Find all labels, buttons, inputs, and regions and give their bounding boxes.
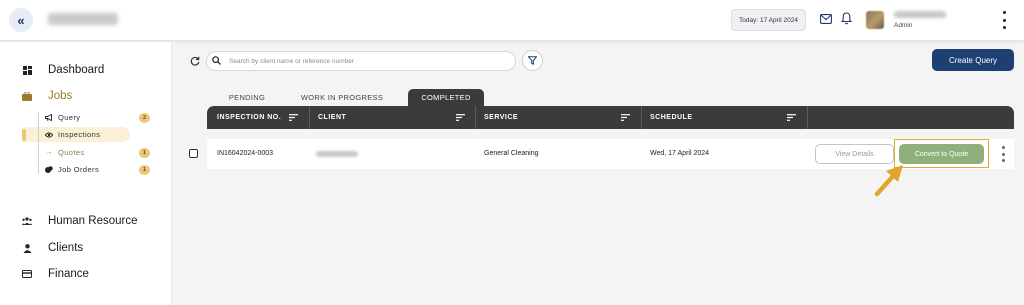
user-role: Admin (894, 22, 913, 29)
sidebar-item-quotes[interactable]: → Quotes (45, 148, 85, 157)
cell-schedule: Wed, 17 April 2024 (650, 150, 710, 157)
tab-pending[interactable]: PENDING (213, 89, 281, 106)
row-checkbox[interactable] (189, 149, 198, 158)
cell-service: General Cleaning (484, 150, 539, 157)
cell-inspection-no: IN16042024-0003 (217, 150, 274, 157)
column-header-service: SERVICE (484, 114, 519, 121)
tree-line (38, 112, 39, 174)
sidebar-item-label: Clients (48, 242, 84, 254)
job-orders-count-badge: 1 (139, 165, 150, 175)
eye-icon (45, 131, 53, 139)
grid-icon (22, 65, 32, 75)
sort-icon[interactable] (787, 114, 796, 121)
sidebar-item-jobs[interactable]: Jobs (22, 90, 72, 102)
column-header-inspection-no: INSPECTION NO. (217, 114, 282, 121)
search-input[interactable]: Search by client name or reference numbe… (206, 51, 516, 71)
column-header-client: CLIENT (318, 114, 347, 121)
bell-icon[interactable] (841, 12, 852, 25)
sidebar-item-label: Jobs (48, 90, 73, 102)
search-icon (212, 56, 221, 65)
user-name (894, 11, 946, 18)
filter-icon (528, 56, 537, 65)
collapse-sidebar-button[interactable]: « (9, 8, 33, 32)
column-divider (309, 106, 310, 129)
table-header: INSPECTION NO. CLIENT SERVICE SCHEDULE (207, 106, 1014, 129)
create-query-button[interactable]: Create Query (932, 49, 1014, 71)
query-count-badge: 2 (139, 113, 150, 123)
brand-logo (48, 13, 118, 25)
kebab-icon[interactable] (1001, 11, 1007, 29)
sort-icon[interactable] (621, 114, 630, 121)
sidebar-item-label: Quotes (58, 148, 85, 157)
row-kebab-icon[interactable] (1001, 146, 1005, 162)
card-icon (22, 269, 32, 279)
sidebar-item-dashboard[interactable]: Dashboard (22, 64, 104, 76)
sidebar-item-job-orders[interactable]: Job Orders (45, 165, 99, 174)
today-date-chip: Today: 17 April 2024 (731, 9, 806, 31)
sidebar-item-label: Job Orders (58, 165, 100, 174)
sidebar: Dashboard Jobs Query 2 Inspections → Quo… (0, 42, 172, 305)
cell-client (316, 151, 358, 157)
filter-button[interactable] (522, 50, 543, 71)
convert-to-quote-button[interactable]: Convert to Quote (899, 144, 984, 164)
briefcase-icon (22, 91, 32, 101)
sidebar-item-label: Dashboard (48, 64, 105, 76)
quotes-count-badge: 1 (139, 148, 150, 158)
sort-icon[interactable] (289, 114, 298, 121)
sidebar-item-label: Inspections (58, 130, 101, 139)
arrow-right-icon: → (45, 149, 53, 156)
sidebar-item-clients[interactable]: Clients (22, 242, 83, 254)
column-divider (641, 106, 642, 129)
chevron-double-left-icon: « (17, 12, 25, 28)
stack-icon (45, 166, 53, 174)
sidebar-item-label: Human Resource (48, 215, 138, 227)
people-icon (22, 216, 32, 226)
sidebar-item-human-resource[interactable]: Human Resource (22, 215, 137, 227)
sort-icon[interactable] (456, 114, 465, 121)
avatar[interactable] (866, 11, 884, 29)
tab-work-in-progress[interactable]: WORK IN PROGRESS (288, 89, 396, 106)
sidebar-item-query[interactable]: Query (45, 113, 80, 122)
column-header-schedule: SCHEDULE (650, 114, 693, 121)
refresh-icon[interactable] (190, 56, 200, 66)
megaphone-icon (45, 114, 53, 122)
top-bar: « Today: 17 April 2024 Admin (0, 0, 1024, 41)
tab-completed[interactable]: COMPLETED (408, 89, 484, 106)
annotation-arrow-icon (874, 165, 903, 197)
mail-icon[interactable] (820, 14, 832, 24)
sidebar-item-label: Finance (48, 268, 89, 280)
person-icon (22, 243, 32, 253)
column-divider (475, 106, 476, 129)
sidebar-item-finance[interactable]: Finance (22, 268, 89, 280)
sidebar-item-label: Query (58, 113, 81, 122)
column-divider (807, 106, 808, 129)
sidebar-item-inspections[interactable]: Inspections (45, 130, 100, 139)
active-item-indicator (22, 129, 26, 141)
